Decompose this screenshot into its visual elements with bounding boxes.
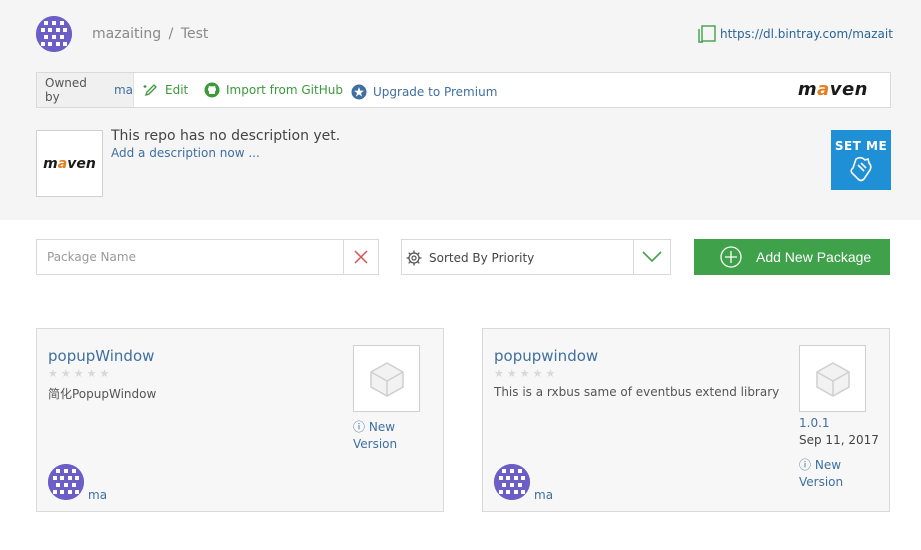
owned-by-box: Owned by ma <box>37 73 134 107</box>
avatar-pattern-icon <box>48 464 84 500</box>
package-description: This is a rxbus same of eventbus extend … <box>494 385 780 399</box>
breadcrumb-separator: / <box>168 26 174 42</box>
star-icon: ★ <box>60 367 71 380</box>
package-name-link[interactable]: popupwindow <box>494 347 598 365</box>
upgrade-premium-link[interactable]: Upgrade to Premium <box>351 84 497 100</box>
package-description: 简化PopupWindow <box>48 387 157 401</box>
add-description-link[interactable]: Add a description now ... <box>111 146 260 160</box>
copy-link-icon <box>698 25 716 43</box>
pencil-icon <box>143 84 157 97</box>
new-version-link[interactable]: ⓘ New Version <box>353 419 397 453</box>
star-icon: ★ <box>519 367 530 380</box>
star-icon: ★ <box>494 367 504 380</box>
upgrade-premium-label: Upgrade to Premium <box>373 85 498 99</box>
info-icon: ⓘ <box>799 458 812 472</box>
sort-label: Sorted By Priority <box>429 251 535 265</box>
owned-by-label: Owned by <box>45 76 87 104</box>
package-name-input[interactable] <box>37 240 343 274</box>
add-new-package-label: Add New Package <box>756 249 872 265</box>
repo-description: This repo has no description yet. <box>111 128 341 144</box>
add-new-package-button[interactable]: Add New Package <box>694 239 890 275</box>
package-owner-name[interactable]: ma <box>88 488 107 502</box>
owner-toolbar: Owned by ma Edit Import from GitHub Upgr… <box>36 72 891 108</box>
new-version-link[interactable]: ⓘ New Version <box>799 457 843 491</box>
premium-star-icon <box>351 84 367 100</box>
package-name-link[interactable]: popupWindow <box>48 347 154 365</box>
owned-by-user[interactable]: ma <box>114 83 133 97</box>
package-search <box>36 239 379 275</box>
package-box-icon <box>369 361 404 397</box>
latest-version-link[interactable]: 1.0.1 <box>799 415 830 432</box>
package-card: popupwindow ★ ★ ★ ★ ★ This is a rxbus same o… <box>482 328 890 512</box>
star-icon: ★ <box>545 367 556 380</box>
close-icon <box>354 250 368 264</box>
sort-dropdown[interactable]: Sorted By Priority <box>401 239 671 275</box>
package-rating: ★ ★ ★ ★ ★ <box>494 367 558 380</box>
package-owner-avatar[interactable] <box>494 464 530 500</box>
avatar-pattern-icon <box>36 16 72 52</box>
repo-logo: m a ven <box>36 130 103 197</box>
sort-toggle[interactable] <box>633 240 670 274</box>
package-card: popupWindow ★ ★ ★ ★ ★ 简化PopupWindow ⓘ New Ve… <box>36 328 444 512</box>
package-rating: ★ ★ ★ ★ ★ <box>48 367 112 380</box>
package-thumbnail[interactable] <box>353 345 420 412</box>
package-box-icon <box>815 361 850 397</box>
edit-label: Edit <box>165 83 189 97</box>
maven-type-logo: maven <box>797 79 868 100</box>
info-icon: ⓘ <box>353 420 366 434</box>
star-icon: ★ <box>99 367 110 380</box>
breadcrumb: mazaiting / Test <box>92 26 208 42</box>
owner-avatar[interactable] <box>36 16 72 52</box>
star-icon: ★ <box>506 367 517 380</box>
package-owner-name[interactable]: ma <box>534 488 553 502</box>
edit-button[interactable]: Edit <box>143 82 188 98</box>
breadcrumb-owner[interactable]: mazaiting <box>92 26 161 42</box>
import-github-label: Import from GitHub <box>226 83 343 97</box>
gear-icon <box>406 250 422 266</box>
avatar-pattern-icon <box>494 464 530 500</box>
download-url-link[interactable]: https://dl.bintray.com/mazaiti... <box>697 25 893 43</box>
download-url-text: https://dl.bintray.com/mazaiti... <box>720 27 893 41</box>
star-icon: ★ <box>48 367 58 380</box>
package-owner-avatar[interactable] <box>48 464 84 500</box>
clear-search-button[interactable] <box>343 240 378 274</box>
package-thumbnail[interactable] <box>799 345 866 412</box>
set-me-up-button[interactable]: SET ME <box>831 130 891 190</box>
repo-header-area: mazaiting / Test https://dl.bintray.com/… <box>0 0 921 220</box>
version-date: Sep 11, 2017 <box>799 433 879 447</box>
chevron-down-icon <box>642 251 662 263</box>
breadcrumb-repo[interactable]: Test <box>181 26 209 42</box>
wrench-hand-icon <box>850 156 872 182</box>
star-icon: ★ <box>86 367 97 380</box>
github-icon <box>204 82 220 98</box>
import-github-button[interactable]: Import from GitHub <box>204 82 343 98</box>
plus-circle-icon <box>720 246 742 268</box>
star-icon: ★ <box>73 367 84 380</box>
star-icon: ★ <box>532 367 543 380</box>
set-me-up-label: SET ME <box>834 139 888 153</box>
